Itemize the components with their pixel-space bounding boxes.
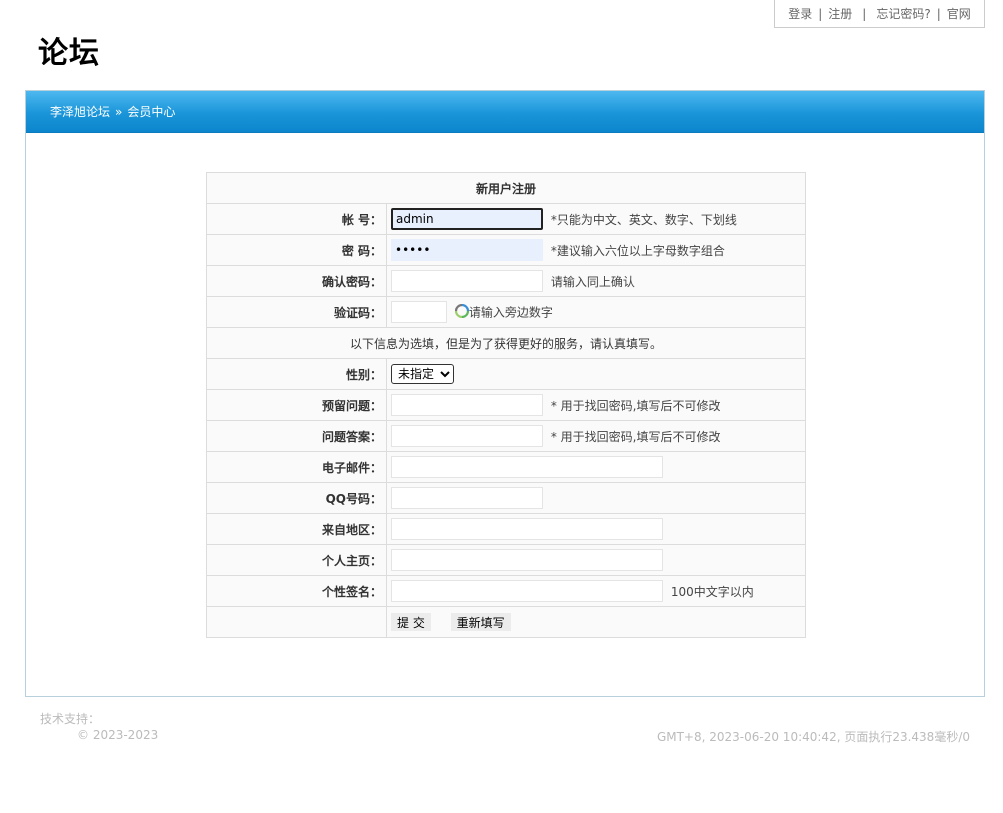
security-answer-row: 问题答案： * 用于找回密码,填写后不可修改 [206,420,806,452]
homepage-label: 个人主页： [206,544,387,576]
account-hint: *只能为中文、英文、数字、下划线 [550,212,737,227]
optional-note-row: 以下信息为选填，但是为了获得更好的服务，请认真填写。 [206,327,806,359]
signature-row: 个性签名： 100中文字以内 [206,575,806,607]
separator: | [862,6,867,21]
confirm-password-hint: 请输入同上确认 [550,274,635,289]
confirm-password-input[interactable] [391,270,543,292]
forgot-password-link[interactable]: 忘记密码? [876,5,930,22]
password-label: 密 码： [206,234,387,266]
account-row: 帐 号： *只能为中文、英文、数字、下划线 [206,203,806,235]
footer-copyright: © 2023-2023 [77,728,159,742]
optional-note: 以下信息为选填，但是为了获得更好的服务，请认真填写。 [206,327,806,359]
security-question-label: 预留问题： [206,389,387,421]
security-question-hint: * 用于找回密码,填写后不可修改 [550,398,721,413]
site-title: 论坛 [38,36,100,71]
password-hint: *建议输入六位以上字母数字组合 [550,243,725,258]
breadcrumb-arrow: » [115,104,123,119]
email-label: 电子邮件： [206,451,387,483]
actions-row: 提 交 重新填写 [206,606,806,638]
signature-label: 个性签名： [206,575,387,607]
captcha-row: 验证码： 请输入旁边数字 [206,296,806,328]
actions-label-cell [206,606,387,638]
gender-select[interactable]: 未指定 [391,364,454,384]
qq-label: QQ号码： [206,482,387,514]
homepage-input[interactable] [391,549,663,571]
security-answer-hint: * 用于找回密码,填写后不可修改 [550,429,721,444]
registration-form: 新用户注册 帐 号： *只能为中文、英文、数字、下划线 密 码： *建议输入六位… [206,172,806,638]
form-title: 新用户注册 [206,172,806,204]
account-label: 帐 号： [206,203,387,235]
breadcrumb-current: 会员中心 [127,105,176,119]
register-link[interactable]: 注册 [828,5,852,22]
security-question-input[interactable] [391,394,543,416]
gender-label: 性别： [206,358,387,390]
signature-input[interactable] [391,580,663,602]
breadcrumb-forum-link[interactable]: 李泽旭论坛 [50,103,110,120]
email-input[interactable] [391,456,663,478]
footer-support: 技术支持： [40,712,101,726]
region-input[interactable] [391,518,663,540]
breadcrumb: 李泽旭论坛 » 会员中心 [26,91,984,133]
footer-status: GMT+8, 2023-06-20 10:40:42, 页面执行23.438毫秒… [656,730,970,744]
separator: | [818,6,823,21]
captcha-input[interactable] [391,301,447,323]
signature-hint: 100中文字以内 [670,584,754,599]
qq-input[interactable] [391,487,543,509]
region-row: 来自地区： [206,513,806,545]
homepage-row: 个人主页： [206,544,806,576]
separator: | [936,6,941,21]
security-answer-label: 问题答案： [206,420,387,452]
loading-spinner-icon[interactable] [454,303,469,318]
captcha-hint: 请输入旁边数字 [468,305,553,320]
security-answer-input[interactable] [391,425,543,447]
captcha-label: 验证码： [206,296,387,328]
form-title-row: 新用户注册 [206,172,806,204]
main-panel: 李泽旭论坛 » 会员中心 新用户注册 帐 号： *只能为中文、英文、数字、下划线… [25,90,985,697]
reset-button[interactable]: 重新填写 [450,613,511,631]
password-input[interactable] [391,239,543,261]
region-label: 来自地区： [206,513,387,545]
submit-button[interactable]: 提 交 [391,613,431,631]
account-input[interactable] [391,208,543,230]
confirm-password-row: 确认密码： 请输入同上确认 [206,265,806,297]
official-site-link[interactable]: 官网 [947,5,971,22]
password-row: 密 码： *建议输入六位以上字母数字组合 [206,234,806,266]
confirm-password-label: 确认密码： [206,265,387,297]
gender-row: 性别： 未指定 [206,358,806,390]
top-links: 登录 | 注册 | 忘记密码? | 官网 [774,0,985,28]
email-row: 电子邮件： [206,451,806,483]
login-link[interactable]: 登录 [788,5,812,22]
qq-row: QQ号码： [206,482,806,514]
security-question-row: 预留问题： * 用于找回密码,填写后不可修改 [206,389,806,421]
